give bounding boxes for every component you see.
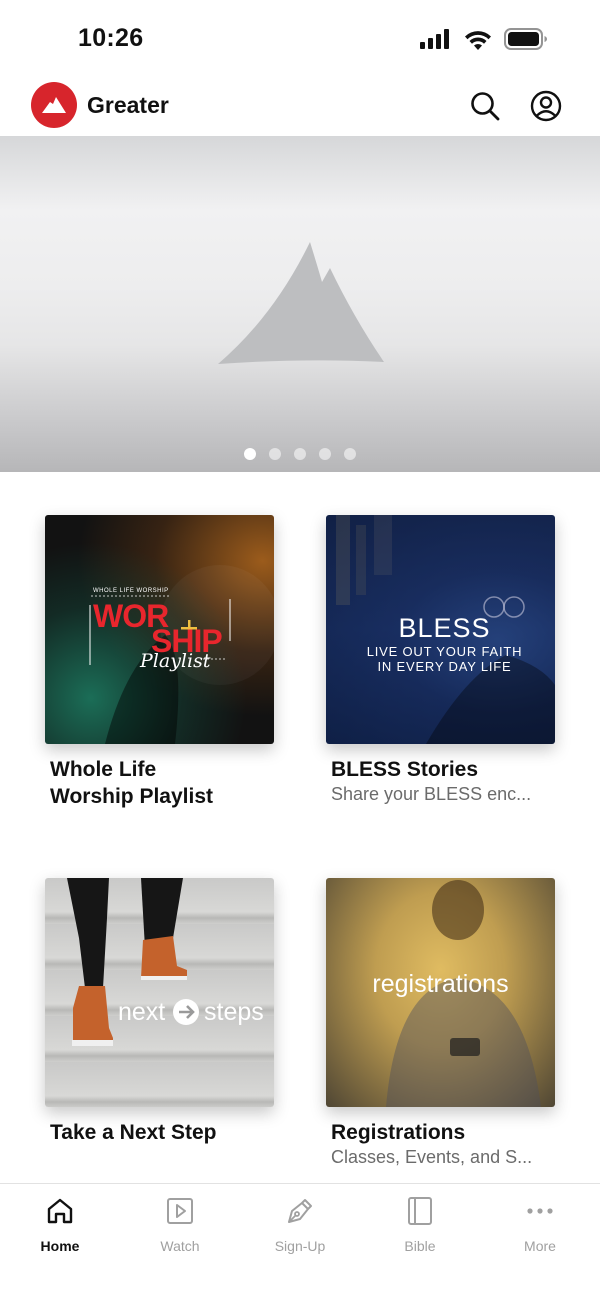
church-logo [31,82,77,128]
card-title: Take a Next Step [50,1121,217,1144]
next-steps-word-2: steps [204,998,264,1026]
profile-button[interactable] [530,90,562,122]
tab-more[interactable]: More [480,1184,600,1300]
status-bar: 10:26 [0,0,600,76]
tab-label: Bible [404,1238,436,1254]
search-button[interactable] [469,90,501,122]
card-image: BLESS LIVE OUT YOUR FAITH IN EVERY DAY L… [326,515,555,744]
tab-label: More [524,1238,556,1254]
app-title: Greater [87,92,169,118]
registrations-word: registrations [372,970,509,998]
carousel-dot-5[interactable] [344,448,356,460]
card-title: BLESS Stories [331,758,479,781]
user-circle-icon [530,90,562,122]
worship-script: Playlist [140,650,211,672]
app-header: Greater [0,76,600,136]
card-subtitle: Classes, Events, and S... [331,1147,533,1167]
bless-line-1: LIVE OUT YOUR FAITH [366,644,523,659]
card-image: registrations [326,878,555,1107]
carousel-dot-2[interactable] [269,448,281,460]
tab-label: Watch [160,1238,200,1254]
card-title-line-2: Worship Playlist [50,785,213,808]
card-bless-stories[interactable]: BLESS LIVE OUT YOUR FAITH IN EVERY DAY L… [326,515,555,805]
card-title: Registrations [331,1121,466,1144]
status-time: 10:26 [78,24,144,52]
card-title-line-1: Whole Life [50,758,157,781]
worship-kicker: WHOLE LIFE WORSHIP [93,588,169,594]
card-image: WHOLE LIFE WORSHIP WOR SHIP Playlist [45,515,274,744]
tab-home[interactable]: Home [0,1184,120,1300]
mountain-placeholder-icon [218,242,384,364]
wifi-icon [465,30,491,50]
mountain-logo-icon [42,97,66,113]
card-title: Whole Life Worship Playlist [45,756,274,810]
card-registrations[interactable]: registrations Registrations Classes, Eve… [326,878,555,1168]
card-next-step[interactable]: next steps Take a Next Step [45,878,274,1146]
card-image: next steps [45,878,274,1107]
book-icon [405,1196,435,1226]
carousel-dot-3[interactable] [294,448,306,460]
tab-label: Sign-Up [274,1238,326,1254]
next-steps-artwork [67,878,199,1046]
battery-icon [504,28,547,50]
more-dots-icon [525,1196,555,1226]
signal-icon [420,29,449,49]
status-icons [420,28,548,50]
bless-line-2: IN EVERY DAY LIFE [377,659,512,674]
tab-sign-up[interactable]: Sign-Up [240,1184,360,1300]
tab-bar: Home Watch Sign-Up Bible More [0,1183,600,1300]
carousel-dot-4[interactable] [319,448,331,460]
tab-watch[interactable]: Watch [120,1184,240,1300]
next-steps-word-1: next [118,998,166,1026]
card-worship-playlist[interactable]: WHOLE LIFE WORSHIP WOR SHIP Playlist Who… [45,515,274,810]
home-icon [45,1196,75,1226]
tab-bible[interactable]: Bible [360,1184,480,1300]
hero-carousel[interactable] [0,136,600,472]
card-subtitle: Share your BLESS enc... [331,784,532,804]
search-icon [471,92,500,121]
carousel-dots [0,448,600,460]
bless-headline: BLESS [398,613,491,643]
play-square-icon [165,1196,195,1226]
pen-icon [285,1196,315,1226]
carousel-dot-1[interactable] [244,448,256,460]
tab-label: Home [40,1238,80,1254]
